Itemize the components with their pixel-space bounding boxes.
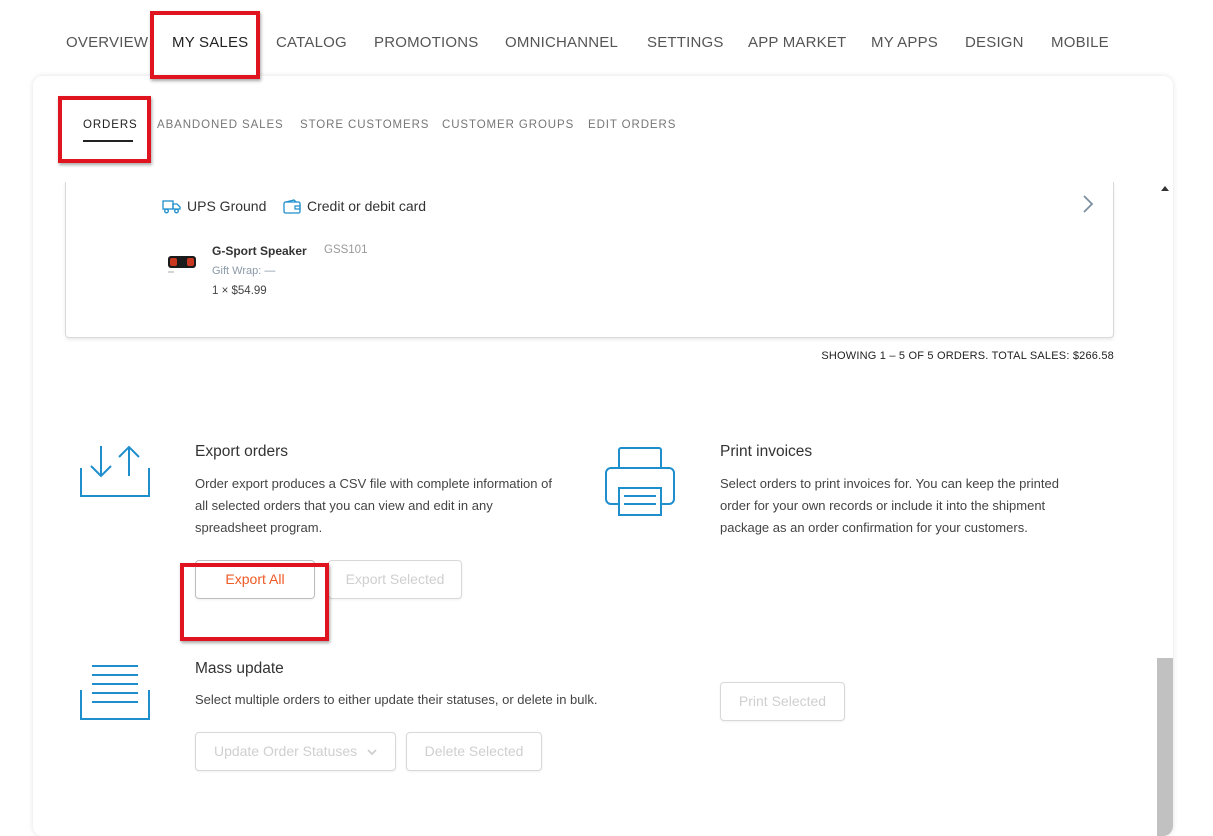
shipping-method-label: UPS Ground: [187, 198, 267, 214]
nav-my-sales[interactable]: MY SALES: [172, 34, 248, 51]
nav-my-apps[interactable]: MY APPS: [871, 34, 938, 51]
print-selected-button[interactable]: Print Selected: [720, 682, 845, 721]
nav-mobile[interactable]: MOBILE: [1051, 34, 1109, 51]
scrollbar-thumb[interactable]: [1157, 658, 1173, 836]
nav-settings[interactable]: SETTINGS: [647, 34, 724, 51]
speaker-thumbnail: [168, 256, 196, 273]
order-card[interactable]: UPS Ground Credit or debit card G-Sport …: [65, 182, 1114, 338]
nav-omnichannel[interactable]: OMNICHANNEL: [505, 34, 618, 51]
payment-method: Credit or debit card: [283, 198, 426, 214]
export-orders-title: Export orders: [195, 443, 289, 460]
main-panel: ORDERS ABANDONED SALES STORE CUSTOMERS C…: [33, 76, 1173, 836]
active-tab-underline: [83, 140, 133, 142]
nav-app-market[interactable]: APP MARKET: [748, 34, 846, 51]
subnav-orders[interactable]: ORDERS: [83, 119, 138, 131]
payment-method-label: Credit or debit card: [307, 198, 427, 214]
update-order-statuses-dropdown[interactable]: Update Order Statuses: [195, 732, 396, 771]
vertical-scrollbar[interactable]: [1157, 182, 1173, 836]
export-orders-description: Order export produces a CSV file with co…: [195, 476, 552, 535]
nav-overview[interactable]: OVERVIEW: [66, 34, 148, 51]
truck-icon: [162, 199, 181, 213]
print-invoices-title: Print invoices: [720, 443, 813, 460]
nav-catalog[interactable]: CATALOG: [276, 34, 347, 51]
update-order-statuses-label: Update Order Statuses: [213, 743, 358, 759]
wallet-icon: [283, 198, 301, 214]
sub-navigation: ORDERS ABANDONED SALES STORE CUSTOMERS C…: [33, 76, 1173, 182]
nav-design[interactable]: DESIGN: [965, 34, 1024, 51]
gift-wrap-info: Gift Wrap: —: [212, 265, 276, 277]
shipping-method: UPS Ground: [162, 198, 266, 214]
mass-update-title: Mass update: [195, 660, 284, 677]
orders-summary: SHOWING 1 – 5 OF 5 ORDERS. TOTAL SALES: …: [821, 350, 1114, 362]
product-sku: GSS101: [324, 244, 368, 256]
nav-promotions[interactable]: PROMOTIONS: [374, 34, 479, 51]
subnav-store-customers[interactable]: STORE CUSTOMERS: [300, 119, 429, 131]
product-name[interactable]: G-Sport Speaker: [212, 244, 307, 258]
scroll-up-arrow-icon[interactable]: [1161, 186, 1169, 191]
top-navigation: OVERVIEW MY SALES CATALOG PROMOTIONS OMN…: [0, 0, 1213, 76]
list-icon: [80, 665, 150, 720]
chevron-right-icon[interactable]: [1082, 194, 1094, 214]
chevron-down-icon: [367, 749, 377, 756]
print-invoices-description: Select orders to print invoices for. You…: [720, 476, 1059, 535]
printer-icon: [605, 447, 675, 516]
orders-scroll-area: UPS Ground Credit or debit card G-Sport …: [33, 182, 1173, 836]
delete-selected-button[interactable]: Delete Selected: [406, 732, 542, 771]
subnav-abandoned-sales[interactable]: ABANDONED SALES: [157, 119, 284, 131]
mass-update-description: Select multiple orders to either update …: [195, 692, 598, 707]
subnav-edit-orders[interactable]: EDIT ORDERS: [588, 119, 676, 131]
export-selected-button[interactable]: Export Selected: [328, 560, 462, 599]
export-all-button[interactable]: Export All: [195, 560, 315, 599]
export-icon: [80, 445, 150, 497]
quantity-price: 1 × $54.99: [212, 285, 267, 297]
subnav-customer-groups[interactable]: CUSTOMER GROUPS: [442, 119, 574, 131]
